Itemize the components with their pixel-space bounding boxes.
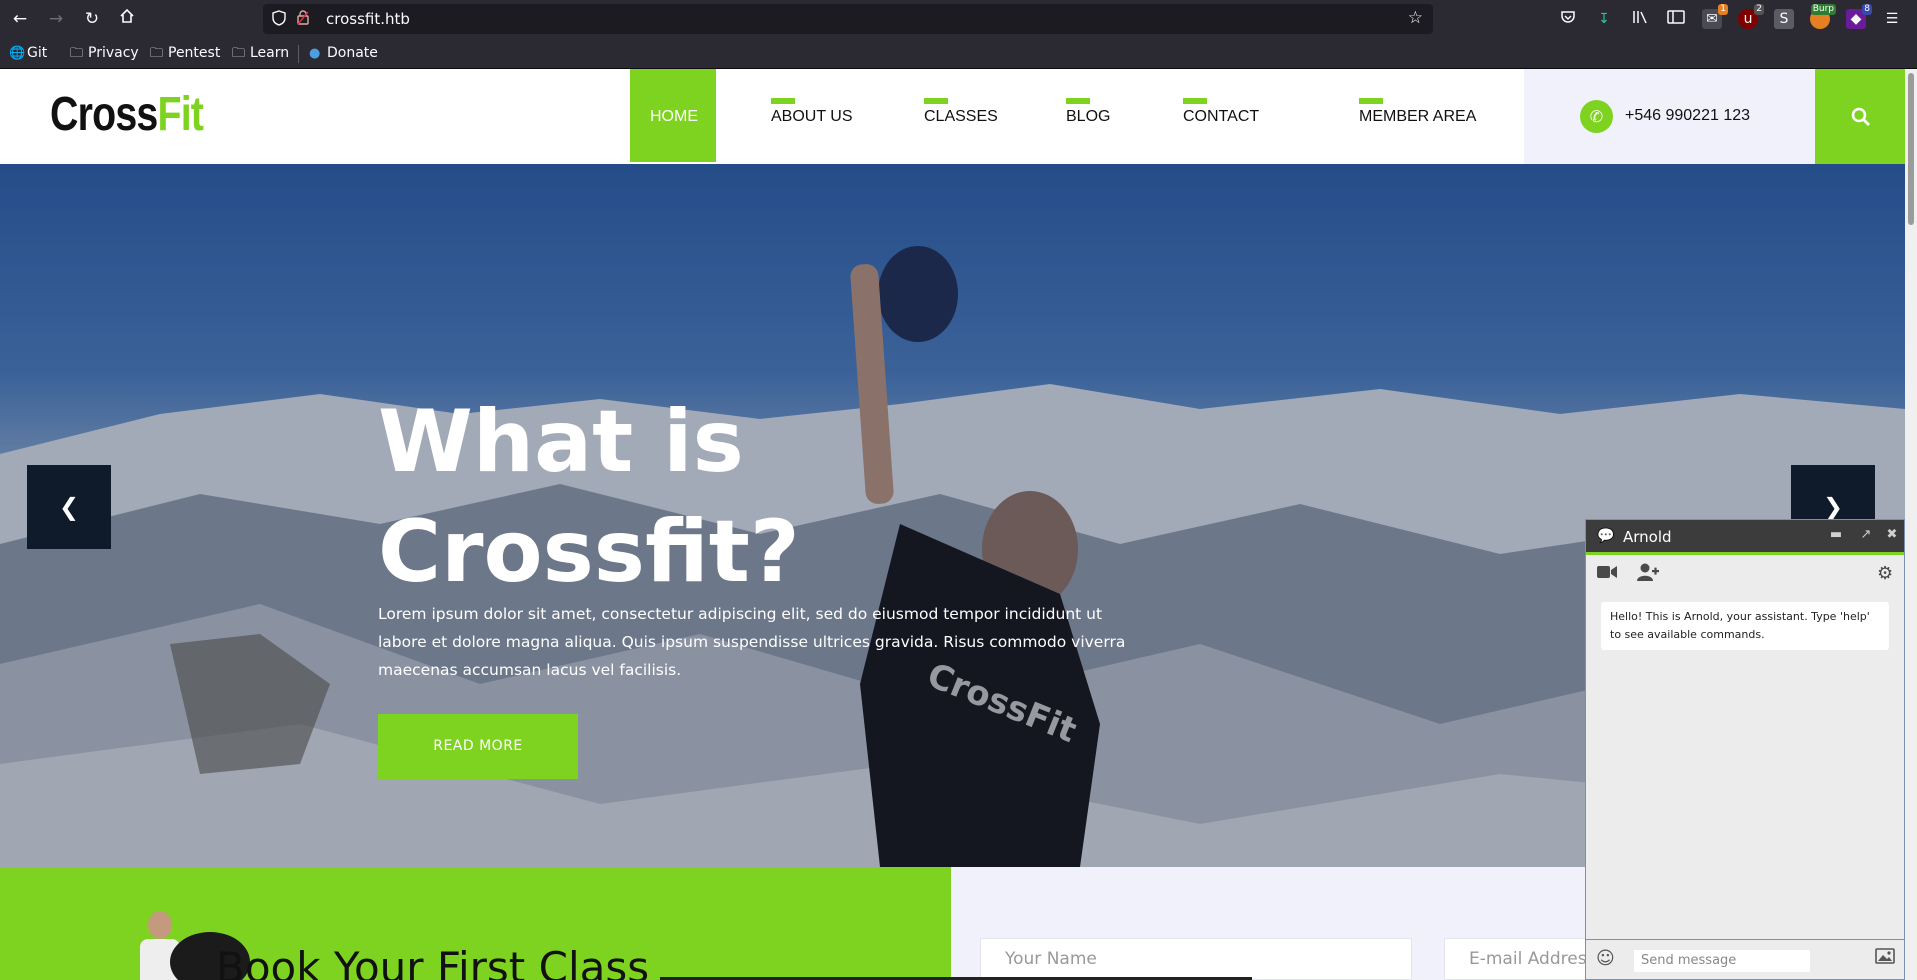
nav-home[interactable]: HOME — [630, 69, 716, 162]
image-upload-icon[interactable] — [1875, 948, 1895, 969]
chevron-left-icon: ❮ — [58, 493, 80, 521]
burp-icon[interactable]: Burp — [1810, 4, 1836, 29]
page-scrollbar[interactable] — [1905, 69, 1917, 980]
emoji-icon[interactable]: ☺ — [1596, 948, 1615, 969]
bookmark-learn[interactable]: 🗀 Learn — [232, 44, 289, 62]
booking-section: Book Your First Class — [0, 867, 951, 980]
s-extension-icon[interactable]: S — [1774, 9, 1794, 29]
chevron-right-icon: ❯ — [1822, 493, 1844, 521]
hero-description: Lorem ipsum dolor sit amet, consectetur … — [378, 605, 1126, 679]
site-logo[interactable]: CrossFit — [50, 87, 204, 142]
nav-accent-bar — [1359, 98, 1383, 104]
gear-icon[interactable]: ⚙ — [1877, 563, 1893, 584]
pocket-icon[interactable] — [1558, 9, 1578, 29]
bookmark-separator — [298, 45, 299, 63]
nav-label: BLOG — [1066, 108, 1111, 125]
hero-title: What is Crossfit? — [378, 387, 998, 607]
browser-toolbar: ← → ↻ crossfit.htb ☆ ↧ ✉ 1 u 2 S Burp ◆ … — [0, 0, 1917, 37]
name-field[interactable]: Your Name — [980, 938, 1412, 980]
home-icon[interactable] — [115, 8, 139, 30]
nav-label: HOME — [650, 108, 698, 125]
reload-icon[interactable]: ↻ — [80, 8, 104, 30]
nav-accent-bar — [771, 98, 795, 104]
folder-icon: 🗀 — [232, 46, 246, 61]
logo-text-cross: Cross — [50, 88, 158, 141]
chat-widget: 💬 Arnold ▬ ↗ ✖ ⚙ Hello! This is Arnold, … — [1585, 519, 1905, 980]
chat-agent-name: Arnold — [1623, 528, 1672, 546]
bookmark-pentest[interactable]: 🗀 Pentest — [150, 44, 220, 62]
hero-title-line1: What is — [378, 392, 744, 492]
nav-label: CLASSES — [924, 108, 998, 125]
close-icon[interactable]: ✖ — [1884, 527, 1900, 542]
nav-label: CONTACT — [1183, 108, 1260, 125]
globe-icon: 🌐 — [9, 46, 26, 61]
nav-about-us[interactable]: ABOUT US — [771, 69, 881, 162]
video-call-icon[interactable] — [1597, 563, 1617, 584]
url-text[interactable]: crossfit.htb — [326, 10, 410, 28]
gem-extension-icon[interactable]: ◆ 8 — [1846, 4, 1872, 29]
ublock-badge: 2 — [1754, 4, 1764, 15]
bookmark-label: Learn — [250, 45, 290, 61]
booking-title: Book Your First Class — [216, 943, 650, 980]
download-icon[interactable]: ↧ — [1594, 9, 1614, 29]
back-icon[interactable]: ← — [8, 8, 32, 30]
burp-badge: Burp — [1810, 4, 1836, 15]
read-more-button[interactable]: READ MORE — [378, 714, 578, 779]
bookmark-privacy[interactable]: 🗀 Privacy — [70, 44, 139, 62]
extension-icon[interactable]: ✉ 1 — [1702, 4, 1728, 29]
search-icon — [1851, 107, 1870, 126]
nav-contact[interactable]: CONTACT — [1183, 69, 1273, 162]
ublock-icon[interactable]: u 2 — [1738, 4, 1764, 29]
bookmarks-bar: 🌐 Git 🗀 Privacy 🗀 Pentest 🗀 Learn ● Donate — [0, 37, 1917, 69]
nav-accent-bar — [924, 98, 948, 104]
site-header: CrossFit HOME ABOUT US CLASSES BLOG CONT… — [0, 69, 1905, 164]
search-button[interactable] — [1815, 69, 1905, 164]
chat-message: Hello! This is Arnold, your assistant. T… — [1601, 602, 1889, 650]
chat-header[interactable]: 💬 Arnold ▬ ↗ ✖ — [1586, 520, 1904, 555]
shield-icon[interactable] — [272, 10, 288, 28]
extension-badge: 1 — [1718, 4, 1728, 15]
menu-icon[interactable]: ☰ — [1882, 9, 1902, 29]
nav-label: ABOUT US — [771, 108, 853, 125]
nav-classes[interactable]: CLASSES — [924, 69, 1034, 162]
popout-icon[interactable]: ↗ — [1858, 527, 1874, 542]
slider-prev-button[interactable]: ❮ — [27, 465, 111, 549]
folder-icon: 🗀 — [150, 46, 164, 61]
email-field[interactable]: E-mail Address — [1444, 938, 1594, 980]
bookmark-star-icon[interactable]: ☆ — [1408, 8, 1423, 28]
chat-input-row: ☺ Send message — [1586, 939, 1904, 979]
donate-icon: ● — [309, 46, 321, 61]
sidebar-icon[interactable] — [1666, 9, 1686, 29]
url-bar[interactable]: crossfit.htb ☆ — [263, 4, 1433, 34]
bookmark-label: Donate — [327, 45, 378, 61]
logo-text-fit: Fit — [157, 88, 204, 141]
hero-title-line2: Crossfit? — [378, 502, 800, 602]
lock-icon[interactable] — [297, 10, 313, 28]
phone-contact: ✆ +546 990221 123 — [1524, 69, 1815, 164]
chat-toolbar: ⚙ — [1586, 556, 1904, 592]
phone-number[interactable]: +546 990221 123 — [1625, 107, 1750, 125]
bookmark-label: Privacy — [88, 45, 139, 61]
nav-blog[interactable]: BLOG — [1066, 69, 1126, 162]
nav-label: MEMBER AREA — [1359, 108, 1477, 125]
scrollbar-thumb[interactable] — [1908, 73, 1914, 225]
bookmark-label: Git — [27, 45, 48, 61]
forward-icon[interactable]: → — [44, 8, 68, 30]
bookmark-donate[interactable]: ● Donate — [309, 44, 378, 62]
nav-accent-bar — [1066, 98, 1090, 104]
bookmark-git[interactable]: 🌐 Git — [9, 44, 47, 62]
bookmark-label: Pentest — [168, 45, 221, 61]
nav-accent-bar — [1183, 98, 1207, 104]
chat-message-input[interactable]: Send message — [1634, 950, 1810, 972]
folder-icon: 🗀 — [70, 46, 84, 61]
minimize-icon[interactable]: ▬ — [1828, 527, 1844, 542]
gem-badge: 8 — [1862, 4, 1872, 15]
library-icon[interactable] — [1630, 9, 1650, 29]
chat-bubble-icon: 💬 — [1597, 528, 1615, 544]
phone-icon: ✆ — [1580, 100, 1613, 133]
nav-member-area[interactable]: MEMBER AREA — [1359, 69, 1489, 162]
add-user-icon[interactable] — [1637, 563, 1659, 586]
